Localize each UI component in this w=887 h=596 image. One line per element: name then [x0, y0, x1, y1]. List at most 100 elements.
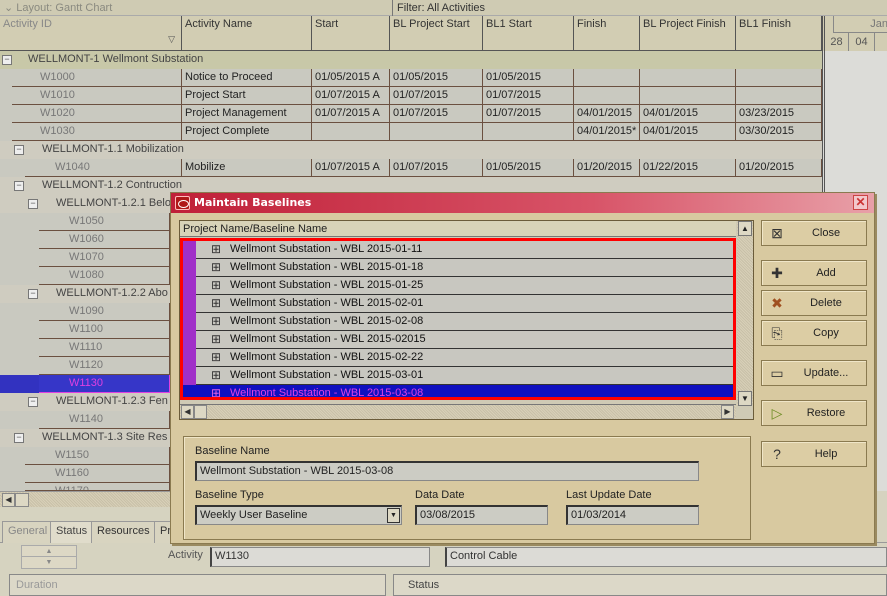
gantt-day: 28 — [825, 33, 849, 51]
toolbar: ⌄ Layout: Gantt Chart Filter: All Activi… — [0, 0, 887, 16]
maintain-baselines-dialog: Maintain Baselines ✕ Project Name/Baseli… — [170, 192, 875, 544]
baseline-icon: ⊞ — [210, 332, 222, 346]
tab-resources[interactable]: Resources — [91, 521, 156, 543]
column-header-bl1-finish[interactable]: BL1 Finish — [736, 16, 822, 51]
list-item[interactable]: ⊞ Wellmont Substation - WBL 2015-01-11 — [196, 241, 733, 259]
wbs-group-row[interactable]: − WELLMONT-1 Wellmont Substation — [0, 51, 822, 69]
arrow-up-icon[interactable]: ▲ — [22, 546, 76, 557]
baseline-icon: ⊞ — [210, 260, 222, 274]
list-item[interactable]: ⊞ Wellmont Substation - WBL 2015-02-08 — [196, 313, 733, 331]
column-header-bl-project-finish[interactable]: BL Project Finish — [640, 16, 736, 51]
play-icon: ▷ — [771, 405, 783, 421]
dialog-title: Maintain Baselines — [194, 196, 312, 209]
scroll-left-icon[interactable]: ◀ — [2, 493, 15, 507]
sort-icon: ▽ — [168, 34, 175, 44]
baseline-icon: ⊞ — [210, 386, 222, 400]
scroll-thumb[interactable] — [15, 493, 29, 507]
baseline-icon: ⊞ — [210, 314, 222, 328]
list-item[interactable]: ⊞ Wellmont Substation - WBL 2015-02015 — [196, 331, 733, 349]
list-column-header[interactable]: Project Name/Baseline Name — [180, 221, 736, 237]
list-item[interactable]: ⊞ Wellmont Substation - WBL 2015-02-01 — [196, 295, 733, 313]
delete-button[interactable]: ✖ Delete — [761, 290, 867, 316]
add-button[interactable]: ✚ Add — [761, 260, 867, 286]
last-update-field[interactable]: 01/03/2014 — [566, 505, 699, 525]
close-window-icon: ⊠ — [771, 225, 783, 241]
collapse-icon[interactable]: − — [14, 181, 24, 191]
column-header-bl1-start[interactable]: BL1 Start — [483, 16, 574, 51]
table-row[interactable]: W1010 Project Start 01/07/2015 A 01/07/2… — [0, 87, 822, 105]
baseline-icon: ⊞ — [210, 368, 222, 382]
baseline-icon: ⊞ — [210, 278, 222, 292]
data-date-label: Data Date — [415, 489, 465, 501]
tab-general[interactable]: General — [2, 521, 54, 543]
delete-x-icon: ✖ — [771, 295, 783, 311]
status-section: Status — [393, 574, 887, 596]
help-icon: ? — [773, 446, 781, 462]
table-row[interactable]: W1040 Mobilize 01/07/2015 A 01/07/2015 0… — [0, 159, 822, 177]
baseline-name-field[interactable]: Wellmont Substation - WBL 2015-03-08 — [195, 461, 699, 481]
scroll-right-icon[interactable]: ▶ — [721, 405, 734, 419]
baseline-details: Baseline Name Wellmont Substation - WBL … — [183, 436, 751, 540]
column-header-activity-id[interactable]: Activity ID ▽ — [0, 16, 182, 51]
activity-id-field[interactable]: W1130 — [210, 547, 430, 567]
wbs-group-row[interactable]: − WELLMONT-1.1 Mobilization — [0, 141, 822, 159]
gantt-month: Jan — [833, 16, 887, 33]
list-item[interactable]: ⊞ Wellmont Substation - WBL 2015-02-22 — [196, 349, 733, 367]
table-row[interactable]: W1000 Notice to Proceed 01/05/2015 A 01/… — [0, 69, 822, 87]
collapse-icon[interactable]: − — [2, 55, 12, 65]
activity-name-field[interactable]: Control Cable — [445, 547, 887, 567]
collapse-icon[interactable]: − — [14, 433, 24, 443]
filter-label[interactable]: Filter: All Activities — [392, 0, 485, 16]
chevron-down-icon: ⌄ — [4, 2, 17, 14]
baseline-icon: ⊞ — [210, 296, 222, 310]
horizontal-scrollbar[interactable]: ◀ — [0, 491, 170, 507]
collapse-icon[interactable]: − — [28, 289, 38, 299]
detail-spinner[interactable]: ▲ ▼ — [21, 545, 77, 569]
baseline-type-label: Baseline Type — [195, 489, 264, 501]
dropdown-arrow-icon[interactable]: ▼ — [387, 508, 400, 523]
gantt-day: 04 — [849, 33, 875, 51]
list-item-selected[interactable]: ⊞ Wellmont Substation - WBL 2015-03-08 — [183, 385, 733, 400]
duration-section: Duration — [9, 574, 386, 596]
gantt-timescale: Jan 28 04 — [822, 16, 887, 51]
column-header-finish[interactable]: Finish — [574, 16, 640, 51]
copy-button[interactable]: ⎘ Copy — [761, 320, 867, 346]
table-row[interactable]: W1020 Project Management 01/07/2015 A 01… — [0, 105, 822, 123]
restore-button[interactable]: ▷ Restore — [761, 400, 867, 426]
table-row[interactable]: W1030 Project Complete 04/01/2015* 04/01… — [0, 123, 822, 141]
collapse-icon[interactable]: − — [28, 397, 38, 407]
update-button[interactable]: ▭ Update... — [761, 360, 867, 386]
oracle-logo-icon — [175, 196, 190, 210]
scroll-down-icon[interactable]: ▼ — [738, 391, 752, 406]
baseline-icon: ⊞ — [210, 242, 222, 256]
copy-icon: ⎘ — [771, 325, 783, 341]
collapse-icon[interactable]: − — [14, 145, 24, 155]
activity-label: Activity — [168, 549, 203, 561]
vertical-scrollbar[interactable]: ▲ ▼ — [737, 221, 753, 406]
collapse-icon[interactable]: − — [28, 199, 38, 209]
scroll-up-icon[interactable]: ▲ — [738, 221, 752, 236]
baseline-icon: ⊞ — [210, 350, 222, 364]
scroll-left-icon[interactable]: ◀ — [181, 405, 194, 419]
list-item[interactable]: ⊞ Wellmont Substation - WBL 2015-01-18 — [196, 259, 733, 277]
list-horizontal-scrollbar[interactable]: ◀ ▶ — [180, 404, 736, 419]
list-item[interactable]: ⊞ Wellmont Substation - WBL 2015-03-01 — [196, 367, 733, 385]
close-icon[interactable]: ✕ — [853, 195, 868, 210]
arrow-down-icon[interactable]: ▼ — [22, 557, 76, 568]
list-item[interactable]: ⊞ Wellmont Substation - WBL 2015-01-25 — [196, 277, 733, 295]
column-header-start[interactable]: Start — [312, 16, 390, 51]
close-button[interactable]: ⊠ Close — [761, 220, 867, 246]
help-button[interactable]: ? Help — [761, 441, 867, 467]
baseline-name-label: Baseline Name — [195, 445, 270, 457]
baseline-list: Project Name/Baseline Name ⊞ Wellmont Sub… — [179, 220, 754, 420]
tab-status[interactable]: Status — [50, 521, 94, 543]
column-header-activity-name[interactable]: Activity Name — [182, 16, 312, 51]
scroll-thumb[interactable] — [194, 405, 207, 419]
column-header-bl-project-start[interactable]: BL Project Start — [390, 16, 483, 51]
baseline-type-select[interactable]: Weekly User Baseline ▼ — [195, 505, 402, 525]
dialog-titlebar[interactable]: Maintain Baselines ✕ — [171, 193, 874, 213]
project-indent-strip — [183, 241, 196, 385]
baseline-rows: ⊞ Wellmont Substation - WBL 2015-01-11 ⊞ W… — [180, 238, 736, 400]
layout-label[interactable]: ⌄ Layout: Gantt Chart — [4, 1, 112, 14]
data-date-field[interactable]: 03/08/2015 — [415, 505, 548, 525]
